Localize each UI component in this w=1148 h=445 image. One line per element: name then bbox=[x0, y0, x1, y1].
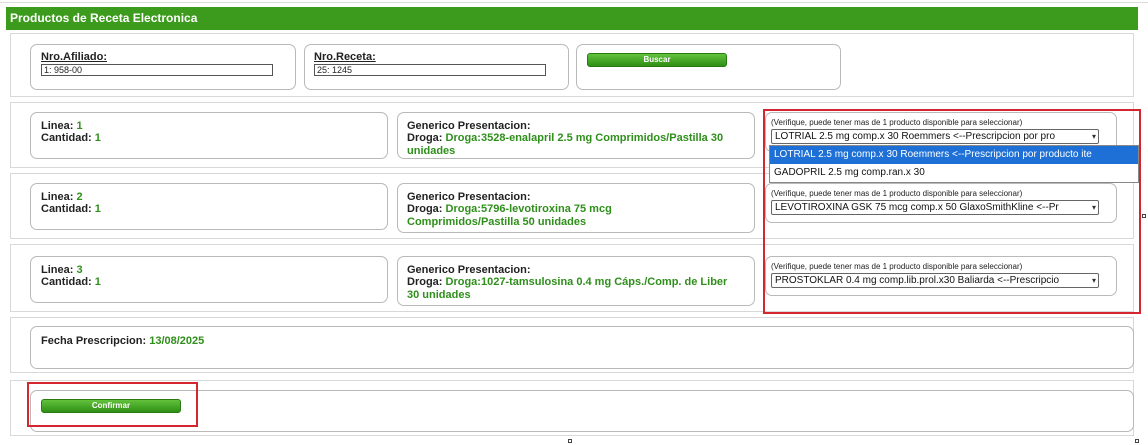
cantidad-label-2: Cantidad: 1 bbox=[41, 203, 101, 215]
receta-label: Nro.Receta: bbox=[314, 51, 376, 63]
cantidad-value-2: 1 bbox=[94, 203, 101, 215]
buscar-button[interactable]: Buscar bbox=[587, 53, 727, 67]
generico-label-1: Generico Presentacion: bbox=[407, 120, 531, 132]
linea-box-2: Linea: 2 Cantidad: 1 bbox=[30, 183, 388, 230]
generico-label-2: Generico Presentacion: bbox=[407, 191, 531, 203]
cantidad-value-3: 1 bbox=[94, 276, 101, 288]
linea-value-2: 2 bbox=[76, 191, 83, 203]
generico-box-2: Generico Presentacion: Droga: Droga:5796… bbox=[397, 183, 755, 233]
afiliado-box: Nro.Afiliado: 1: 958-00 bbox=[30, 44, 296, 90]
generico-label-3: Generico Presentacion: bbox=[407, 264, 531, 276]
droga-text-1: Droga: Droga:3528-enalapril 2.5 mg Compr… bbox=[407, 132, 724, 157]
linea-label-3: Linea: 3 bbox=[41, 264, 83, 276]
fecha-value: 13/08/2025 bbox=[149, 335, 205, 347]
top-divider bbox=[0, 2, 1148, 3]
fecha-label: Fecha Prescripcion: 13/08/2025 bbox=[41, 335, 205, 347]
linea-value-3: 3 bbox=[76, 264, 83, 276]
receta-box: Nro.Receta: 25: 1245 bbox=[304, 44, 569, 90]
cantidad-label-1: Cantidad: 1 bbox=[41, 132, 101, 144]
droga-text-3: Droga: Droga:1027-tamsulosina 0.4 mg Cáp… bbox=[407, 276, 728, 301]
cantidad-label-3: Cantidad: 1 bbox=[41, 276, 101, 288]
linea-label-1: Linea: 1 bbox=[41, 120, 83, 132]
receta-input[interactable]: 25: 1245 bbox=[314, 64, 546, 76]
buscar-box: Buscar bbox=[576, 44, 841, 90]
confirmar-highlight bbox=[27, 382, 198, 427]
afiliado-input[interactable]: 1: 958-00 bbox=[41, 64, 273, 76]
linea-box-1: Linea: 1 Cantidad: 1 bbox=[30, 112, 388, 159]
resize-handle[interactable] bbox=[1142, 214, 1146, 218]
selector-highlight bbox=[763, 109, 1141, 314]
cantidad-value-1: 1 bbox=[94, 132, 101, 144]
resize-handle[interactable] bbox=[568, 439, 572, 443]
generico-box-1: Generico Presentacion: Droga: Droga:3528… bbox=[397, 112, 755, 159]
resize-handle[interactable] bbox=[1135, 439, 1139, 443]
linea-box-3: Linea: 3 Cantidad: 1 bbox=[30, 256, 388, 303]
linea-label-2: Linea: 2 bbox=[41, 191, 83, 203]
droga-text-2: Droga: Droga:5796-levotiroxina 75 mcg Co… bbox=[407, 203, 612, 228]
page-title: Productos de Receta Electronica bbox=[6, 7, 1138, 30]
afiliado-label: Nro.Afiliado: bbox=[41, 51, 107, 63]
generico-box-3: Generico Presentacion: Droga: Droga:1027… bbox=[397, 256, 755, 306]
linea-value-1: 1 bbox=[76, 120, 83, 132]
fecha-box: Fecha Prescripcion: 13/08/2025 bbox=[30, 326, 1134, 369]
